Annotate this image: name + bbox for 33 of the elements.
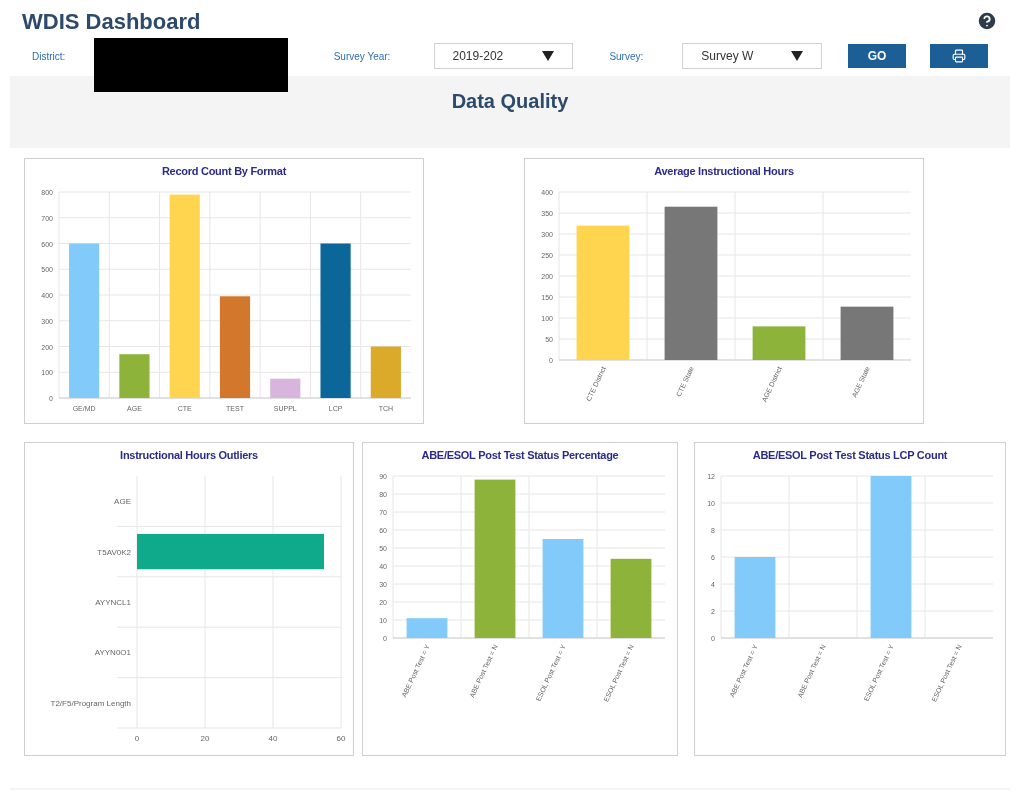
- survey-select[interactable]: Survey W: [682, 43, 823, 69]
- chart-title: Average Instructional Hours: [654, 164, 794, 179]
- bar: [270, 378, 301, 398]
- axis-label: T2/F5/Program Length: [50, 698, 131, 708]
- axis-label: AYYNCL1: [95, 597, 131, 607]
- go-button[interactable]: GO: [848, 44, 907, 68]
- caret-icon: [791, 51, 804, 61]
- section-title: Data Quality: [450, 89, 570, 114]
- axis-label: 20: [200, 733, 210, 743]
- axis-label: AYYN0O1: [94, 647, 131, 657]
- survey-label: Survey:: [609, 49, 645, 64]
- axis-label: 0: [134, 733, 140, 743]
- survey-year-label: Survey Year:: [333, 49, 392, 64]
- axis-label: T5AV0K2: [97, 547, 131, 557]
- survey-year-select[interactable]: 2019-202: [433, 43, 574, 69]
- bar: [370, 346, 401, 398]
- chart-title: Record Count By Format: [161, 164, 287, 179]
- printer-icon: [952, 49, 966, 63]
- caret-icon: [542, 51, 555, 61]
- axis-label: AGE: [114, 496, 131, 506]
- bar: [752, 325, 806, 360]
- chart-title: ABE/ESOL Post Test Status LCP Count: [752, 448, 948, 463]
- bar: [119, 353, 150, 398]
- print-button[interactable]: [930, 44, 988, 68]
- chart-title: ABE/ESOL Post Test Status Percentage: [421, 448, 619, 463]
- bar: [406, 617, 448, 638]
- bar: [840, 306, 894, 360]
- help-icon[interactable]: [976, 10, 998, 32]
- axis-label: 40: [268, 733, 278, 743]
- chart-title: Instructional Hours Outliers: [120, 448, 258, 463]
- page-title: WDIS Dashboard: [22, 7, 201, 36]
- axis-label: 60: [336, 733, 346, 743]
- district-label: District:: [32, 49, 67, 64]
